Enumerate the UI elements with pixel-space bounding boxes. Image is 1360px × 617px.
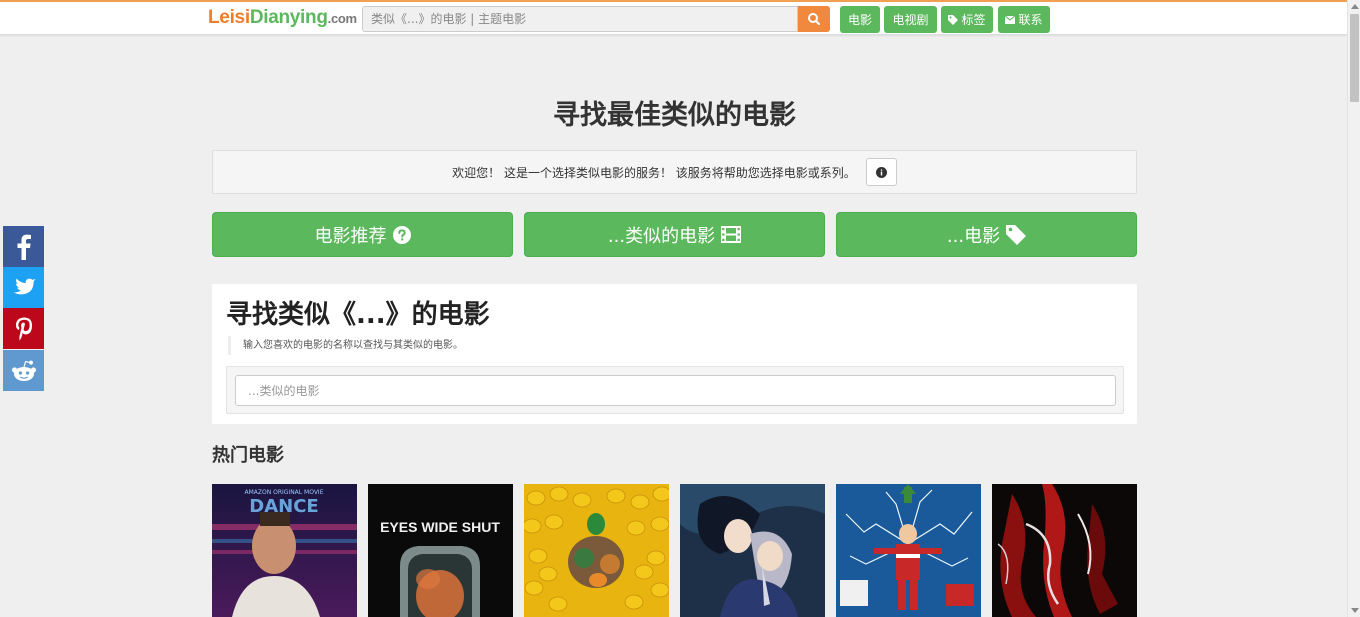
similar-movies-label: ...类似的电影 <box>607 225 716 247</box>
similar-movie-finder-panel: 寻找类似《...》的电影 输入您喜欢的电影的名称以查找与其类似的电影。 <box>212 284 1137 424</box>
tag-movies-label: ...电影 <box>946 225 1001 247</box>
nav-tags-button[interactable]: 标签 <box>941 6 993 33</box>
finder-form <box>226 366 1124 414</box>
header-search-button[interactable] <box>798 6 830 32</box>
twitter-icon <box>13 278 36 294</box>
scroll-up-arrow-icon[interactable] <box>1351 4 1359 9</box>
poster-migration[interactable] <box>524 484 669 617</box>
logo-part-1: Leisi <box>208 7 250 28</box>
nav-movies-label: 电影 <box>847 13 872 27</box>
question-circle-icon <box>392 225 411 244</box>
envelope-icon <box>1005 15 1016 24</box>
poster-christmas-vacation[interactable] <box>836 484 981 617</box>
poster-eyes-wide-shut-image: EYES WIDE SHUT <box>368 484 513 617</box>
poster-abstract-red-image <box>992 484 1137 617</box>
pinterest-icon <box>15 317 32 341</box>
info-button[interactable] <box>865 158 897 186</box>
poster-christmas-vacation-image <box>836 484 981 617</box>
nav-contact-label: 联系 <box>1018 13 1043 27</box>
nav-movies-button[interactable]: 电影 <box>840 6 880 33</box>
welcome-banner: 欢迎您！ 这是一个选择类似电影的服务！ 该服务将帮助您选择电影或系列。 <box>212 150 1137 194</box>
tag-movies-button[interactable]: ...电影 <box>836 212 1137 257</box>
movie-recommendations-button[interactable]: 电影推荐 <box>212 212 513 257</box>
share-twitter-button[interactable] <box>3 267 44 308</box>
similar-movie-search-input[interactable] <box>235 375 1116 406</box>
poster-howls-moving-castle[interactable] <box>680 484 825 617</box>
nav-tv-series-label: 电视剧 <box>892 13 929 27</box>
nav-contact-button[interactable]: 联系 <box>998 6 1050 33</box>
popular-movies-title: 热门电影 <box>212 445 284 466</box>
tag-icon <box>948 14 959 25</box>
scroll-thumb[interactable] <box>1350 14 1359 102</box>
poster-migration-image <box>524 484 669 617</box>
scroll-down-arrow-icon[interactable] <box>1351 608 1359 613</box>
nav-tv-series-button[interactable]: 电视剧 <box>884 6 937 33</box>
facebook-icon <box>17 234 31 260</box>
welcome-text: 欢迎您！ 这是一个选择类似电影的服务！ 该服务将帮助您选择电影或系列。 <box>452 165 856 180</box>
page-title: 寻找最佳类似的电影 <box>553 100 796 131</box>
poster-abstract-red[interactable] <box>992 484 1137 617</box>
film-icon <box>721 226 742 243</box>
site-logo[interactable]: LeisiDianying.com <box>208 7 357 29</box>
top-navbar: LeisiDianying.com 电影 电视剧 标签 联系 <box>0 0 1347 35</box>
finder-note: 输入您喜欢的电影的名称以查找与其类似的电影。 <box>228 336 463 355</box>
tag-icon <box>1006 224 1027 245</box>
page-scrollbar[interactable] <box>1347 0 1360 617</box>
poster-eyes-wide-shut[interactable]: EYES WIDE SHUT <box>368 484 513 617</box>
header-search <box>362 6 830 32</box>
search-icon <box>808 13 821 26</box>
reddit-icon <box>11 360 36 381</box>
poster-roadhouse-image: AMAZON ORIGINAL MOVIE DANCE <box>212 484 357 617</box>
nav-tags-label: 标签 <box>961 13 986 27</box>
poster-eyes-wide-shut-title: EYES WIDE SHUT <box>380 519 500 535</box>
poster-howls-moving-castle-image <box>680 484 825 617</box>
header-search-input[interactable] <box>362 6 798 32</box>
poster-roadhouse-title-text: DANCE <box>249 496 318 517</box>
share-facebook-button[interactable] <box>3 226 44 267</box>
info-circle-icon <box>875 166 887 178</box>
similar-movies-button[interactable]: ...类似的电影 <box>524 212 825 257</box>
share-pinterest-button[interactable] <box>3 308 44 349</box>
poster-roadhouse-top-text: AMAZON ORIGINAL MOVIE <box>245 489 324 496</box>
share-reddit-button[interactable] <box>3 350 44 391</box>
poster-roadhouse[interactable]: AMAZON ORIGINAL MOVIE DANCE <box>212 484 357 617</box>
logo-part-2: Dianying <box>249 7 328 28</box>
movie-recommendations-label: 电影推荐 <box>314 225 387 247</box>
finder-title: 寻找类似《...》的电影 <box>226 300 490 330</box>
logo-part-3: .com <box>327 11 357 26</box>
